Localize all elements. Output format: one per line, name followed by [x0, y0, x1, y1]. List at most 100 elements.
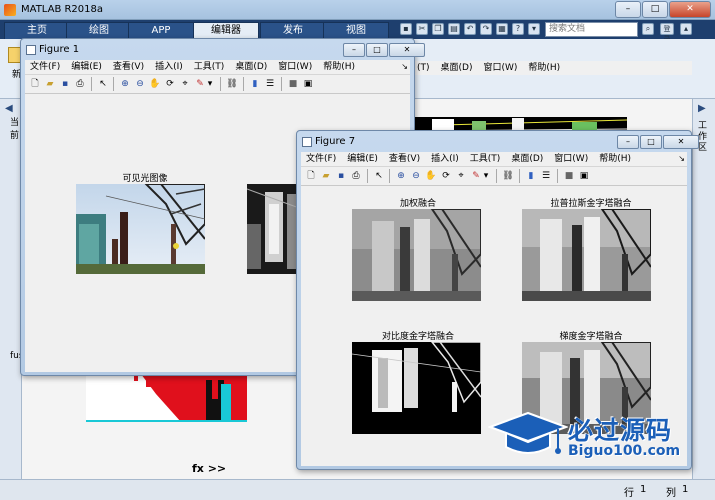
- redo-icon[interactable]: ↷: [480, 23, 492, 35]
- zoom-in-icon[interactable]: ⊕: [119, 78, 131, 90]
- legend-icon[interactable]: ☰: [264, 78, 276, 90]
- copy-icon[interactable]: ❐: [432, 23, 444, 35]
- colorbar-icon[interactable]: ▮: [525, 170, 537, 182]
- data-cursor-icon[interactable]: ⌖: [179, 78, 191, 90]
- brush-dropdown-icon[interactable]: ▾: [206, 78, 214, 90]
- menu-window[interactable]: 窗口(W): [273, 60, 318, 74]
- right-panel-strip: ▶ 工作区: [692, 99, 715, 479]
- watermark-en-text: Biguo100.com: [568, 443, 681, 459]
- paste-icon[interactable]: ▤: [448, 23, 460, 35]
- menu-desktop[interactable]: 桌面(D): [230, 60, 273, 74]
- figure-icon: [302, 137, 312, 147]
- new-file-icon[interactable]: 🗋: [305, 170, 317, 182]
- data-cursor-icon[interactable]: ⌖: [455, 170, 467, 182]
- open-folder-icon[interactable]: ▰: [320, 170, 332, 182]
- save-icon[interactable]: ▪: [400, 23, 412, 35]
- subplot-title-laplacian: 拉普拉斯金字塔融合: [550, 199, 632, 209]
- back-arrow-icon[interactable]: ◀: [5, 103, 13, 114]
- command-prompt[interactable]: fx >>: [192, 462, 226, 475]
- figure-7-close-button[interactable]: ✕: [663, 135, 699, 149]
- figure-7-maximize-button[interactable]: □: [640, 135, 662, 149]
- menu-help[interactable]: 帮助(H): [318, 60, 361, 74]
- menu-file[interactable]: 文件(F): [25, 60, 66, 74]
- print-icon[interactable]: ⎙: [74, 78, 86, 90]
- background-figure-menubar: (T) 桌面(D) 窗口(W) 帮助(H): [412, 61, 692, 75]
- brush-icon[interactable]: ✎: [194, 78, 206, 90]
- pan-icon[interactable]: ✋: [149, 78, 161, 90]
- link-plot-icon[interactable]: ⛓: [226, 78, 238, 90]
- maximize-button[interactable]: □: [642, 1, 668, 18]
- workspace-label: 工作区: [698, 121, 708, 153]
- rotate-icon[interactable]: ⟳: [164, 78, 176, 90]
- close-button[interactable]: ✕: [669, 1, 711, 18]
- status-bar: 行 1 列 1: [0, 479, 715, 500]
- minimize-button[interactable]: –: [615, 1, 641, 18]
- tab-publish[interactable]: 发布: [260, 22, 326, 39]
- undo-icon[interactable]: ↶: [464, 23, 476, 35]
- search-icon[interactable]: ⌕: [642, 23, 654, 35]
- brush-icon[interactable]: ✎: [470, 170, 482, 182]
- subplot-title-contrast: 对比度金字塔融合: [381, 332, 454, 342]
- tab-plots[interactable]: 绘图: [66, 22, 132, 39]
- subplot-title-gradient: 梯度金字塔融合: [559, 332, 623, 342]
- show-plot-tools-icon[interactable]: ▣: [302, 78, 314, 90]
- infrared-image-partial: [247, 184, 302, 274]
- new-file-icon[interactable]: 🗋: [29, 78, 41, 90]
- collapse-arrow-icon[interactable]: ▶: [698, 103, 706, 114]
- window-title: MATLAB R2018a: [21, 4, 104, 15]
- menu-insert[interactable]: 插入(I): [426, 152, 465, 166]
- cut-icon[interactable]: ✂: [416, 23, 428, 35]
- tab-view[interactable]: 视图: [323, 22, 389, 39]
- switch-windows-icon[interactable]: ▦: [496, 23, 508, 35]
- menu-insert[interactable]: 插入(I): [150, 60, 189, 74]
- figure-1-maximize-button[interactable]: □: [366, 43, 388, 57]
- rotate-icon[interactable]: ⟳: [440, 170, 452, 182]
- legend-icon[interactable]: ☰: [540, 170, 552, 182]
- zoom-out-icon[interactable]: ⊖: [410, 170, 422, 182]
- brush-dropdown-icon[interactable]: ▾: [482, 170, 490, 182]
- menu-view[interactable]: 查看(V): [384, 152, 426, 166]
- menu-edit[interactable]: 编辑(E): [66, 60, 108, 74]
- tab-apps[interactable]: APP: [128, 22, 194, 39]
- chevron-down-icon[interactable]: ▾: [528, 23, 540, 35]
- figure-7-minimize-button[interactable]: –: [617, 135, 639, 149]
- menu-help[interactable]: 帮助(H): [594, 152, 637, 166]
- open-folder-icon[interactable]: ▰: [44, 78, 56, 90]
- figure-1-minimize-button[interactable]: –: [343, 43, 365, 57]
- figure-1-close-button[interactable]: ✕: [389, 43, 425, 57]
- hide-plot-tools-icon[interactable]: ■: [563, 170, 575, 182]
- zoom-out-icon[interactable]: ⊖: [134, 78, 146, 90]
- tab-home[interactable]: 主页: [4, 22, 70, 39]
- menu-tools[interactable]: 工具(T): [465, 152, 507, 166]
- hide-plot-tools-icon[interactable]: ■: [287, 78, 299, 90]
- tab-editor[interactable]: 编辑器: [193, 22, 259, 39]
- menubar-chevron-icon[interactable]: ↘: [401, 60, 408, 74]
- help-icon[interactable]: ?: [512, 23, 524, 35]
- pan-icon[interactable]: ✋: [425, 170, 437, 182]
- print-icon[interactable]: ⎙: [350, 170, 362, 182]
- menu-edit[interactable]: 编辑(E): [342, 152, 384, 166]
- menu-tools[interactable]: 工具(T): [189, 60, 231, 74]
- search-documentation-input[interactable]: 搜索文档: [545, 22, 638, 37]
- pointer-icon[interactable]: ↖: [97, 78, 109, 90]
- menu-file[interactable]: 文件(F): [301, 152, 342, 166]
- figure-7-title: Figure 7: [315, 136, 356, 147]
- save-icon[interactable]: ▪: [335, 170, 347, 182]
- save-icon[interactable]: ▪: [59, 78, 71, 90]
- show-plot-tools-icon[interactable]: ▣: [578, 170, 590, 182]
- menubar-chevron-icon[interactable]: ↘: [678, 152, 685, 166]
- expand-ribbon-icon[interactable]: ▴: [680, 23, 692, 35]
- zoom-in-icon[interactable]: ⊕: [395, 170, 407, 182]
- colorbar-icon[interactable]: ▮: [249, 78, 261, 90]
- menu-desktop[interactable]: 桌面(D): [506, 152, 549, 166]
- link-plot-icon[interactable]: ⛓: [502, 170, 514, 182]
- figure-1-toolbar: 🗋 ▰ ▪ ⎙ ↖ ⊕ ⊖ ✋ ⟳ ⌖ ✎ ▾ ⛓ ▮ ☰ ■ ▣: [25, 74, 410, 94]
- contrast-pyramid-fusion-image: [352, 342, 481, 434]
- watermark: 必过源码 Biguo100.com: [488, 411, 688, 461]
- menu-window[interactable]: 窗口(W): [549, 152, 594, 166]
- ribbon-tabs: 主页 绘图 APP 编辑器 发布 视图 ▪ ✂ ❐ ▤ ↶ ↷ ▦ ? ▾ 搜索…: [0, 20, 715, 43]
- pointer-icon[interactable]: ↖: [373, 170, 385, 182]
- login-button[interactable]: 登录: [660, 23, 674, 43]
- weighted-fusion-image: [352, 209, 481, 301]
- menu-view[interactable]: 查看(V): [108, 60, 150, 74]
